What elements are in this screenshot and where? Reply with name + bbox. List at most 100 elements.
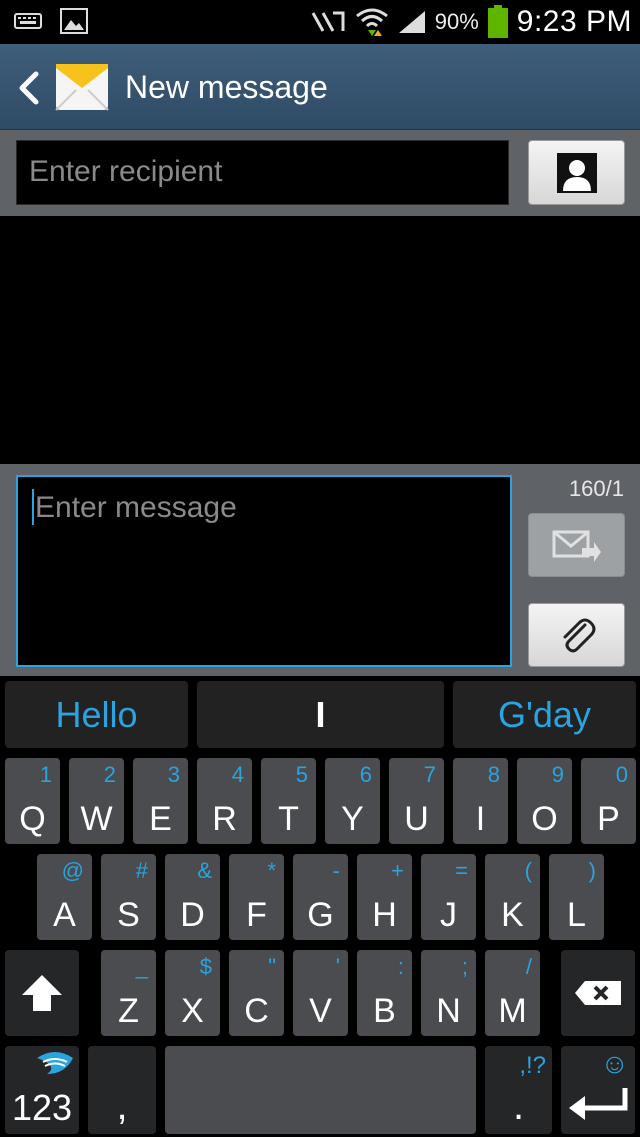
page-title: New message [125, 69, 328, 105]
space-key[interactable] [165, 1046, 476, 1134]
nfc-icon [311, 11, 345, 32]
key-n[interactable]: ; N [421, 950, 476, 1036]
key-alt-label: * [267, 858, 276, 883]
key-label: O [531, 800, 558, 838]
key-label: M [498, 992, 527, 1030]
key-i[interactable]: 8I [453, 758, 508, 844]
enter-icon [569, 1088, 628, 1120]
key-alt-label: _ [135, 954, 148, 979]
key-label: D [180, 896, 205, 934]
key-label: K [501, 896, 524, 934]
envelope-icon [55, 64, 109, 111]
key-label: U [404, 800, 429, 838]
key-alt-label: 9 [551, 762, 564, 787]
key-alt-label: ) [588, 858, 596, 883]
key-a[interactable]: @ A [37, 854, 92, 940]
numbers-key[interactable]: 123 [5, 1046, 79, 1134]
key-g[interactable]: -G [293, 854, 348, 940]
back-arrow-icon[interactable] [14, 70, 42, 106]
key-alt-label: $ [199, 954, 212, 979]
shift-icon [22, 975, 62, 1011]
recipient-bar: Enter recipient [0, 130, 640, 216]
attach-button[interactable] [528, 603, 625, 667]
key-label: J [440, 896, 457, 934]
battery-percent: 90% [434, 9, 479, 34]
key-alt-label: 0 [615, 762, 628, 787]
key-q[interactable]: 1Q [5, 758, 60, 844]
key-t[interactable]: 5T [261, 758, 316, 844]
suggestion-left[interactable]: Hello [5, 681, 188, 748]
key-label: F [246, 896, 267, 934]
key-u[interactable]: 7U [389, 758, 444, 844]
key-e[interactable]: 3E [133, 758, 188, 844]
key-label: N [436, 992, 461, 1030]
suggestion-label: I [315, 693, 326, 735]
key-b[interactable]: :B [357, 950, 412, 1036]
key-alt-label: = [455, 858, 468, 883]
suggestion-center[interactable]: I [197, 681, 444, 748]
swiftkey-keyboard: Hello I G'day 1Q 2W 3E 4R 5T 6Y 7U 8I 9O… [0, 676, 640, 1137]
key-f[interactable]: * F [229, 854, 284, 940]
key-label: 123 [11, 1087, 73, 1128]
key-label: . [512, 1084, 525, 1128]
suggestion-label: G'day [498, 693, 591, 735]
key-alt-label: " [268, 954, 276, 979]
key-v[interactable]: ' V [293, 950, 348, 1036]
key-c[interactable]: " C [229, 950, 284, 1036]
key-alt-label: 8 [487, 762, 500, 787]
message-placeholder: Enter message [35, 491, 237, 524]
text-cursor [32, 489, 34, 526]
key-label: A [53, 896, 76, 934]
key-alt-label: 4 [231, 762, 244, 787]
key-label: B [373, 992, 396, 1030]
key-label: V [309, 992, 332, 1030]
swiftkey-logo-icon [37, 1052, 73, 1074]
message-input[interactable]: Enter message [16, 475, 512, 667]
conversation-area [0, 216, 640, 464]
key-label: E [149, 800, 172, 838]
wifi-icon [355, 8, 388, 36]
character-counter: 160/1 [568, 476, 624, 501]
paperclip-icon [563, 618, 595, 653]
key-x[interactable]: $ X [165, 950, 220, 1036]
key-d[interactable]: & D [165, 854, 220, 940]
suggestion-right[interactable]: G'day [453, 681, 636, 748]
key-s[interactable]: # S [101, 854, 156, 940]
key-z[interactable]: _ Z [101, 950, 156, 1036]
key-label: W [80, 800, 113, 838]
key-l[interactable]: ) L [549, 854, 604, 940]
status-bar: 90% 9:23 PM [0, 0, 640, 44]
key-w[interactable]: 2W [69, 758, 124, 844]
key-alt-label: 1 [39, 762, 52, 787]
key-r[interactable]: 4R [197, 758, 252, 844]
key-k[interactable]: (K [485, 854, 540, 940]
key-p[interactable]: 0P [581, 758, 636, 844]
keyboard-icon [14, 13, 42, 29]
suggestion-label: Hello [55, 693, 138, 735]
key-alt-label: : [397, 954, 404, 979]
key-alt-label: + [391, 858, 404, 883]
key-j[interactable]: = J [421, 854, 476, 940]
key-y[interactable]: 6Y [325, 758, 380, 844]
enter-key[interactable]: ☺ [561, 1046, 635, 1134]
key-h[interactable]: + H [357, 854, 412, 940]
key-alt-label: / [525, 954, 532, 979]
clock: 9:23 PM [516, 5, 632, 38]
recipient-input[interactable]: Enter recipient [16, 140, 509, 205]
key-alt-label: - [332, 858, 340, 883]
key-m[interactable]: / M [485, 950, 540, 1036]
send-button[interactable] [528, 513, 625, 577]
key-o[interactable]: 9O [517, 758, 572, 844]
key-alt-label: 6 [359, 762, 372, 787]
key-alt-label: @ [61, 858, 84, 883]
key-label: C [244, 992, 269, 1030]
key-label: S [117, 896, 140, 934]
key-label: T [278, 800, 299, 838]
backspace-key[interactable] [561, 950, 635, 1036]
comma-key[interactable]: , [88, 1046, 156, 1134]
send-icon [552, 530, 601, 562]
key-label: , [116, 1084, 128, 1128]
contacts-button[interactable] [528, 140, 625, 205]
period-key[interactable]: ,!? . [485, 1046, 552, 1134]
shift-key[interactable] [5, 950, 79, 1036]
